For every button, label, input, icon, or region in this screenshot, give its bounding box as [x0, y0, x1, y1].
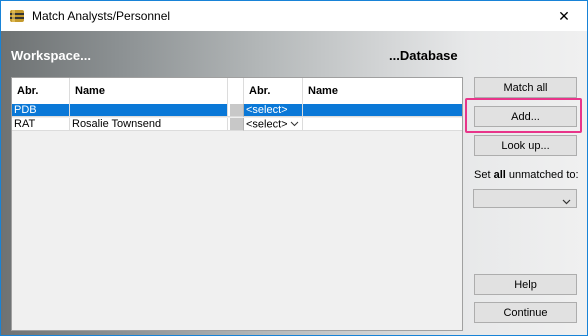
- close-icon: ✕: [558, 7, 570, 24]
- chevron-down-icon: [562, 194, 571, 208]
- column-header-db-abbr[interactable]: Abr.: [244, 78, 303, 104]
- match-all-button[interactable]: Match all: [474, 77, 577, 98]
- table-row[interactable]: PDB <select>: [12, 104, 462, 117]
- close-button[interactable]: ✕: [541, 1, 587, 31]
- db-abbr-dropdown[interactable]: <select>: [244, 118, 303, 131]
- dialog-body: Workspace... ...Database Abr. Name Abr. …: [1, 31, 587, 335]
- window-title: Match Analysts/Personnel: [32, 9, 171, 23]
- look-up-highlight: [465, 98, 582, 133]
- matching-grid: Abr. Name Abr. Name PDB <select> RAT Ros…: [11, 77, 463, 331]
- match-indicator-cell: [230, 104, 244, 117]
- match-analysts-dialog: Match Analysts/Personnel ✕ Workspace... …: [0, 0, 588, 336]
- database-heading: ...Database: [389, 48, 458, 63]
- grid-header-row: Abr. Name Abr. Name: [12, 78, 462, 105]
- workspace-heading: Workspace...: [11, 48, 91, 63]
- ws-abbr-cell[interactable]: RAT: [12, 118, 70, 131]
- barrel-icon: [9, 9, 25, 23]
- look-up-button[interactable]: Look up...: [474, 135, 577, 156]
- help-button[interactable]: Help: [474, 274, 577, 295]
- db-name-cell[interactable]: [303, 118, 462, 131]
- ws-name-cell[interactable]: [70, 104, 228, 117]
- column-header-db-name[interactable]: Name: [303, 78, 462, 104]
- continue-button[interactable]: Continue: [474, 302, 577, 323]
- unmatched-default-select[interactable]: [473, 189, 577, 208]
- db-abbr-value: <select>: [246, 104, 288, 116]
- title-bar: Match Analysts/Personnel ✕: [1, 1, 587, 31]
- set-unmatched-label: Set all unmatched to:: [474, 169, 579, 181]
- ws-abbr-cell[interactable]: PDB: [12, 104, 70, 117]
- db-name-cell[interactable]: [303, 104, 462, 117]
- db-abbr-value: <select>: [246, 118, 288, 131]
- table-row[interactable]: RAT Rosalie Townsend <select>: [12, 118, 462, 131]
- column-header-ws-name[interactable]: Name: [70, 78, 228, 104]
- chevron-down-icon: [290, 118, 299, 130]
- column-header-ws-abbr[interactable]: Abr.: [12, 78, 70, 104]
- ws-name-cell[interactable]: Rosalie Townsend: [70, 118, 228, 131]
- match-indicator-cell: [230, 118, 244, 131]
- db-abbr-dropdown[interactable]: <select>: [244, 104, 303, 117]
- column-header-gutter: [228, 78, 244, 104]
